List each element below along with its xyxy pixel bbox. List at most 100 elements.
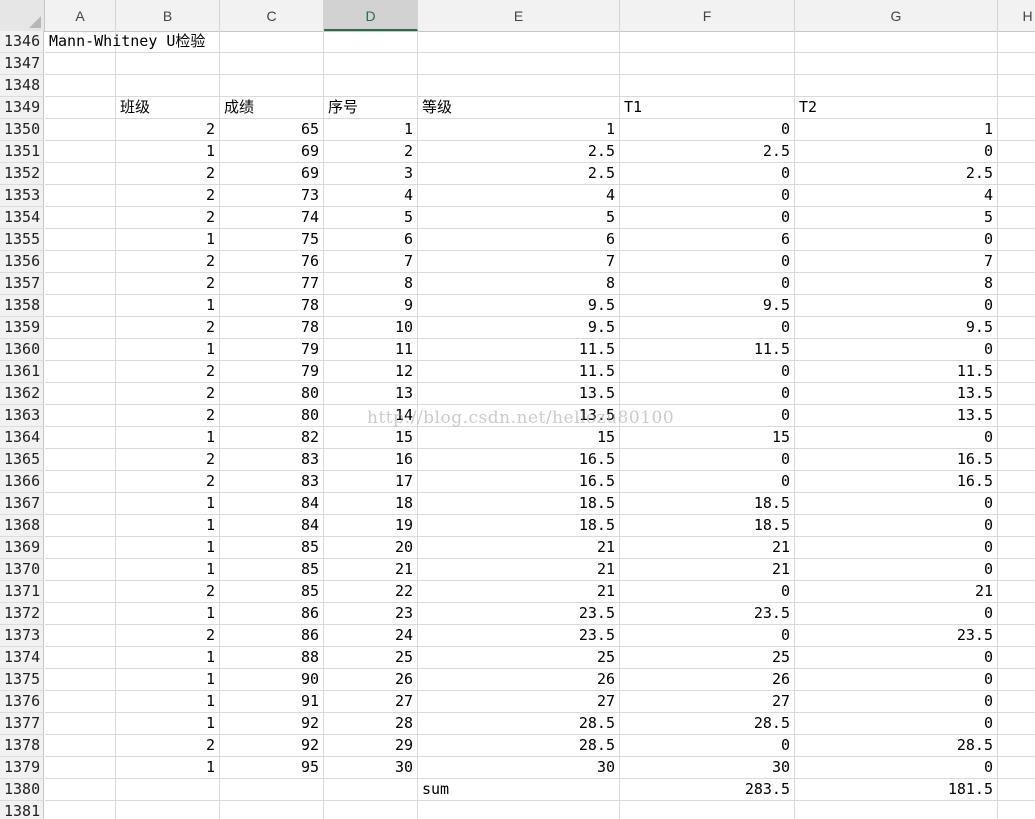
cell-f[interactable]: 9.5 — [620, 295, 795, 316]
cell-d[interactable]: 21 — [324, 559, 418, 580]
cell-f[interactable]: 0 — [620, 163, 795, 184]
cell-h[interactable] — [998, 449, 1035, 470]
cell-c[interactable]: 90 — [220, 669, 324, 690]
cell-g[interactable] — [795, 53, 998, 74]
cell-c[interactable]: 86 — [220, 625, 324, 646]
cell-c[interactable] — [220, 801, 324, 819]
cell-f[interactable]: 0 — [620, 405, 795, 426]
cell-e[interactable] — [418, 75, 620, 96]
cell-f[interactable]: 18.5 — [620, 493, 795, 514]
cell-g[interactable]: 4 — [795, 185, 998, 206]
row-header[interactable]: 1362 — [0, 383, 44, 405]
cell-a[interactable] — [45, 471, 116, 492]
cell-b[interactable]: 1 — [116, 691, 220, 712]
cell-e[interactable]: 2.5 — [418, 163, 620, 184]
cell-a[interactable] — [45, 251, 116, 272]
cell-h[interactable] — [998, 427, 1035, 448]
cell-a[interactable] — [45, 427, 116, 448]
cell-f[interactable]: 6 — [620, 229, 795, 250]
cell-e[interactable]: 23.5 — [418, 603, 620, 624]
cell-g[interactable]: 11.5 — [795, 361, 998, 382]
column-header-g[interactable]: G — [795, 0, 998, 31]
cell-d[interactable]: 2 — [324, 141, 418, 162]
cell-h[interactable] — [998, 603, 1035, 624]
row-header[interactable]: 1366 — [0, 471, 44, 493]
row-header[interactable]: 1347 — [0, 53, 44, 75]
cell-c[interactable]: 83 — [220, 471, 324, 492]
cell-d[interactable]: 11 — [324, 339, 418, 360]
cell-g[interactable]: 0 — [795, 493, 998, 514]
cell-e[interactable]: 13.5 — [418, 405, 620, 426]
cell-d[interactable]: 20 — [324, 537, 418, 558]
cell-h[interactable] — [998, 713, 1035, 734]
row-header[interactable]: 1354 — [0, 207, 44, 229]
cell-g[interactable]: 0 — [795, 691, 998, 712]
cell-d[interactable]: 1 — [324, 119, 418, 140]
cell-d[interactable]: 序号 — [324, 97, 418, 118]
cell-e[interactable]: 28.5 — [418, 735, 620, 756]
row-header[interactable]: 1346 — [0, 31, 44, 53]
cell-h[interactable] — [998, 251, 1035, 272]
row-header[interactable]: 1351 — [0, 141, 44, 163]
cell-b[interactable]: 1 — [116, 537, 220, 558]
cell-c[interactable] — [220, 31, 324, 52]
cell-d[interactable]: 12 — [324, 361, 418, 382]
cell-e[interactable]: 1 — [418, 119, 620, 140]
cell-h[interactable] — [998, 779, 1035, 800]
cell-g[interactable]: 0 — [795, 537, 998, 558]
column-header-c[interactable]: C — [220, 0, 324, 31]
cell-b[interactable] — [116, 75, 220, 96]
cell-e[interactable]: 2.5 — [418, 141, 620, 162]
cell-a[interactable] — [45, 559, 116, 580]
cell-f[interactable] — [620, 75, 795, 96]
cell-b[interactable] — [116, 31, 220, 52]
cell-a[interactable] — [45, 141, 116, 162]
cell-b[interactable]: 1 — [116, 427, 220, 448]
cell-e[interactable]: 18.5 — [418, 493, 620, 514]
cell-f[interactable]: 2.5 — [620, 141, 795, 162]
cell-b[interactable]: 2 — [116, 405, 220, 426]
cell-a[interactable] — [45, 713, 116, 734]
cell-d[interactable] — [324, 801, 418, 819]
cell-h[interactable] — [998, 735, 1035, 756]
cell-c[interactable]: 69 — [220, 141, 324, 162]
cell-h[interactable] — [998, 537, 1035, 558]
cell-c[interactable]: 82 — [220, 427, 324, 448]
cell-b[interactable]: 1 — [116, 713, 220, 734]
cell-g[interactable]: 181.5 — [795, 779, 998, 800]
cell-c[interactable]: 79 — [220, 361, 324, 382]
cell-a[interactable] — [45, 295, 116, 316]
cell-e[interactable]: 5 — [418, 207, 620, 228]
cell-c[interactable]: 92 — [220, 713, 324, 734]
cell-f[interactable] — [620, 801, 795, 819]
cell-c[interactable]: 76 — [220, 251, 324, 272]
cell-d[interactable]: 3 — [324, 163, 418, 184]
cell-c[interactable] — [220, 779, 324, 800]
cell-b[interactable]: 2 — [116, 185, 220, 206]
cell-a[interactable] — [45, 779, 116, 800]
cell-h[interactable] — [998, 625, 1035, 646]
cell-e[interactable]: 23.5 — [418, 625, 620, 646]
cell-g[interactable] — [795, 31, 998, 52]
cell-f[interactable]: 27 — [620, 691, 795, 712]
cell-e[interactable]: 6 — [418, 229, 620, 250]
cell-e[interactable] — [418, 31, 620, 52]
cell-f[interactable]: 23.5 — [620, 603, 795, 624]
cell-b[interactable]: 1 — [116, 757, 220, 778]
cell-h[interactable] — [998, 229, 1035, 250]
cell-g[interactable]: 0 — [795, 295, 998, 316]
cell-e[interactable]: 21 — [418, 581, 620, 602]
cell-f[interactable]: 0 — [620, 119, 795, 140]
cell-a[interactable] — [45, 735, 116, 756]
cell-b[interactable]: 2 — [116, 273, 220, 294]
row-header[interactable]: 1375 — [0, 669, 44, 691]
cell-d[interactable]: 19 — [324, 515, 418, 536]
row-header[interactable]: 1373 — [0, 625, 44, 647]
row-header[interactable]: 1379 — [0, 757, 44, 779]
row-header[interactable]: 1352 — [0, 163, 44, 185]
cell-b[interactable]: 2 — [116, 735, 220, 756]
cell-f[interactable]: 0 — [620, 251, 795, 272]
row-header[interactable]: 1374 — [0, 647, 44, 669]
cell-d[interactable]: 4 — [324, 185, 418, 206]
cell-g[interactable]: 0 — [795, 757, 998, 778]
